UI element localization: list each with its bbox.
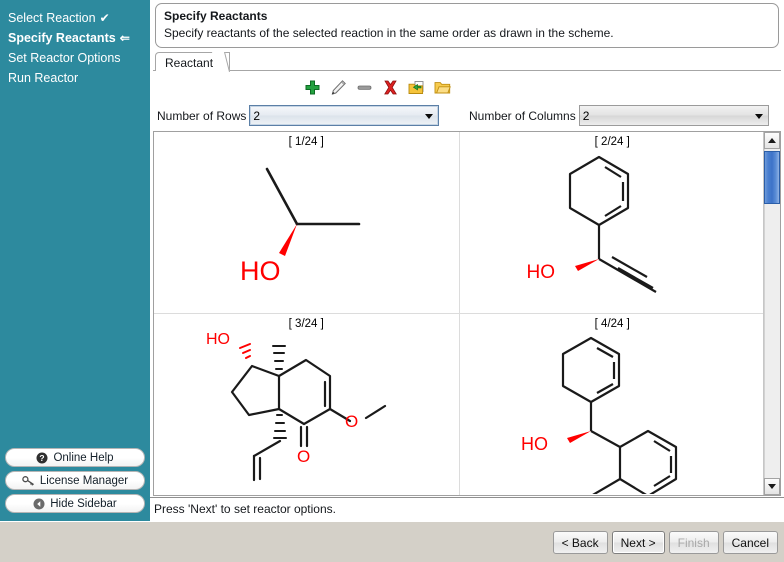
tab-reactant[interactable]: Reactant [155,52,230,71]
number-of-columns-select[interactable]: 2 [579,105,769,126]
reactant-cell-2[interactable]: [ 2/24 ] HO [460,132,766,314]
license-manager-button[interactable]: License Manager [5,471,145,490]
sidebar-item-run-reactor[interactable]: Run Reactor [8,68,150,88]
main-panel: Specify Reactants Specify reactants of t… [150,0,784,521]
step-current-arrow-icon: ⇐ [120,31,130,45]
edit-icon[interactable] [330,79,347,96]
sidebar-item-specify-reactants[interactable]: Specify Reactants ⇐ [8,28,150,48]
back-button-label: < Back [562,536,599,550]
scrollbar-thumb[interactable] [764,151,780,204]
reactant-cell-1[interactable]: [ 1/24 ] HO [154,132,460,314]
cancel-button[interactable]: Cancel [723,531,778,554]
tab-reactant-label: Reactant [165,56,213,70]
sidebar-item-label: Run Reactor [8,71,78,85]
finish-button: Finish [669,531,719,554]
rows-selector-group: Number of Rows 2 [157,105,439,126]
import-folder-icon[interactable] [408,79,425,96]
status-bar: Press 'Next' to set reactor options. [150,497,784,521]
chevron-down-icon [755,114,763,119]
svg-text:?: ? [40,453,45,463]
sidebar-action-buttons: ? Online Help License Manager Hide Sideb… [5,448,145,517]
molecule-structure-1-phenylprop-2-yn-1-ol: HO [460,132,765,313]
open-folder-icon[interactable] [434,79,451,96]
license-manager-label: License Manager [40,475,128,487]
reactant-cell-3[interactable]: [ 3/24 ] [154,314,460,496]
triangle-down-icon [768,484,776,489]
number-of-rows-select[interactable]: 2 [249,105,439,126]
columns-label: Number of Columns [469,109,576,123]
sidebar-item-select-reaction[interactable]: Select Reaction ✔ [8,8,150,28]
page-header: Specify Reactants Specify reactants of t… [155,3,779,48]
next-button[interactable]: Next > [612,531,665,554]
number-of-rows-value: 2 [253,109,260,123]
columns-selector-group: Number of Columns 2 [469,105,769,126]
application-window: Select Reaction ✔ Specify Reactants ⇐ Set … [0,0,784,562]
sidebar-item-set-reactor-options[interactable]: Set Reactor Options [8,48,150,68]
svg-text:O: O [297,447,310,466]
svg-text:HO: HO [526,262,555,283]
page-description: Specify reactants of the selected reacti… [164,25,770,41]
status-text: Press 'Next' to set reactor options. [154,502,336,516]
svg-text:O: O [345,412,358,431]
wizard-buttons: < Back Next > Finish Cancel [553,531,778,554]
tab-strip: Reactant [153,50,781,71]
next-button-label: Next > [621,536,656,550]
tab-underline [153,70,781,71]
grid-vertical-scrollbar[interactable] [763,132,780,495]
svg-text:HO: HO [206,331,230,348]
reactant-toolbar [304,76,444,98]
cancel-button-label: Cancel [732,536,769,550]
help-circle-icon: ? [36,452,48,464]
wizard-step-list: Select Reaction ✔ Specify Reactants ⇐ Set … [0,0,150,88]
hide-sidebar-label: Hide Sidebar [50,498,116,510]
add-icon[interactable] [304,79,321,96]
svg-text:HO: HO [240,256,281,286]
reactant-grid-container: [ 1/24 ] HO [ 2/24 ] [153,131,781,496]
back-button[interactable]: < Back [553,531,608,554]
online-help-label: Online Help [53,452,113,464]
molecule-structure-propan-2-ol: HO [154,132,460,313]
wizard-button-bar: < Back Next > Finish Cancel [0,521,784,562]
key-icon [22,475,35,487]
rows-label: Number of Rows [157,109,246,123]
sidebar: Select Reaction ✔ Specify Reactants ⇐ Set … [0,0,150,521]
sidebar-item-label: Specify Reactants [8,31,116,45]
delete-icon[interactable] [382,79,399,96]
molecule-structure-hydrindanone-methoxy-allyl: HO [154,314,460,494]
grid-size-selectors: Number of Rows 2 Number of Columns 2 [153,105,781,129]
molecule-structure-diphenylmethanol: HO [460,314,765,494]
scroll-down-button[interactable] [764,478,780,495]
number-of-columns-value: 2 [583,109,590,123]
finish-button-label: Finish [678,536,710,550]
reactant-cell-4[interactable]: [ 4/24 ] [460,314,766,496]
online-help-button[interactable]: ? Online Help [5,448,145,467]
sidebar-item-label: Select Reaction [8,11,96,25]
scroll-up-button[interactable] [764,132,780,149]
hide-sidebar-button[interactable]: Hide Sidebar [5,494,145,513]
collapse-left-icon [33,498,45,510]
step-done-icon: ✔ [100,11,110,25]
page-title: Specify Reactants [164,9,770,24]
remove-icon[interactable] [356,79,373,96]
triangle-up-icon [768,138,776,143]
sidebar-item-label: Set Reactor Options [8,51,121,65]
svg-text:HO: HO [521,434,548,454]
reactant-grid: [ 1/24 ] HO [ 2/24 ] [154,132,765,495]
chevron-down-icon [425,114,433,119]
